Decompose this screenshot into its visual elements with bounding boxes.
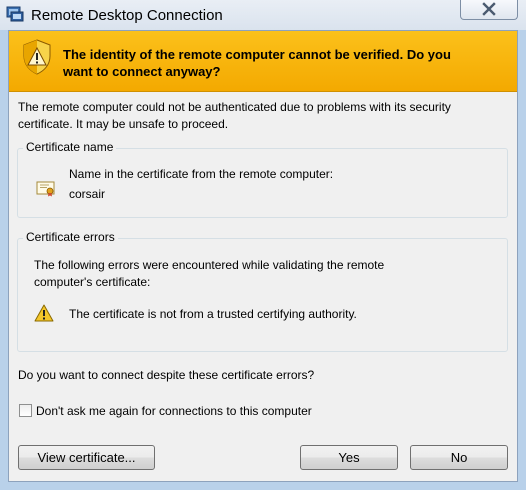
certificate-name-label: Certificate name [23, 140, 117, 154]
dialog-window: Remote Desktop Connection The identity o… [0, 0, 526, 490]
close-icon [482, 2, 496, 16]
shield-warning-icon [23, 39, 51, 75]
dialog-body: The identity of the remote computer cann… [8, 30, 518, 482]
warning-banner: The identity of the remote computer cann… [9, 31, 517, 92]
certificate-error-item: The certificate is not from a trusted ce… [69, 307, 357, 321]
connect-question: Do you want to connect despite these cer… [18, 368, 315, 382]
window-title: Remote Desktop Connection [31, 7, 223, 24]
banner-line-2: want to connect anyway? [63, 64, 221, 79]
close-button[interactable] [460, 0, 518, 20]
dont-ask-checkbox[interactable] [19, 404, 32, 417]
errors-intro-line-2: computer's certificate: [34, 275, 151, 289]
intro-line-1: The remote computer could not be authent… [18, 100, 451, 114]
certificate-errors-label: Certificate errors [23, 230, 118, 244]
yes-button[interactable]: Yes [300, 445, 398, 470]
title-bar[interactable]: Remote Desktop Connection [0, 0, 526, 30]
warning-icon [34, 304, 54, 322]
certificate-icon [36, 181, 55, 197]
banner-heading: The identity of the remote computer cann… [63, 46, 508, 80]
certificate-name-description: Name in the certificate from the remote … [69, 167, 334, 181]
certificate-name-value: corsair [69, 187, 106, 201]
banner-line-1: The identity of the remote computer cann… [63, 47, 451, 62]
errors-intro-line-1: The following errors were encountered wh… [34, 258, 385, 272]
remote-desktop-icon [6, 6, 24, 22]
dont-ask-label[interactable]: Don't ask me again for connections to th… [36, 404, 312, 418]
no-button[interactable]: No [410, 445, 508, 470]
view-certificate-button[interactable]: View certificate... [18, 445, 155, 470]
intro-line-2: certificate. It may be unsafe to proceed… [18, 117, 229, 131]
certificate-name-group: Certificate name Name in the certificate… [17, 140, 508, 218]
certificate-errors-group: Certificate errors The following errors … [17, 230, 508, 352]
intro-text: The remote computer could not be authent… [18, 99, 513, 133]
